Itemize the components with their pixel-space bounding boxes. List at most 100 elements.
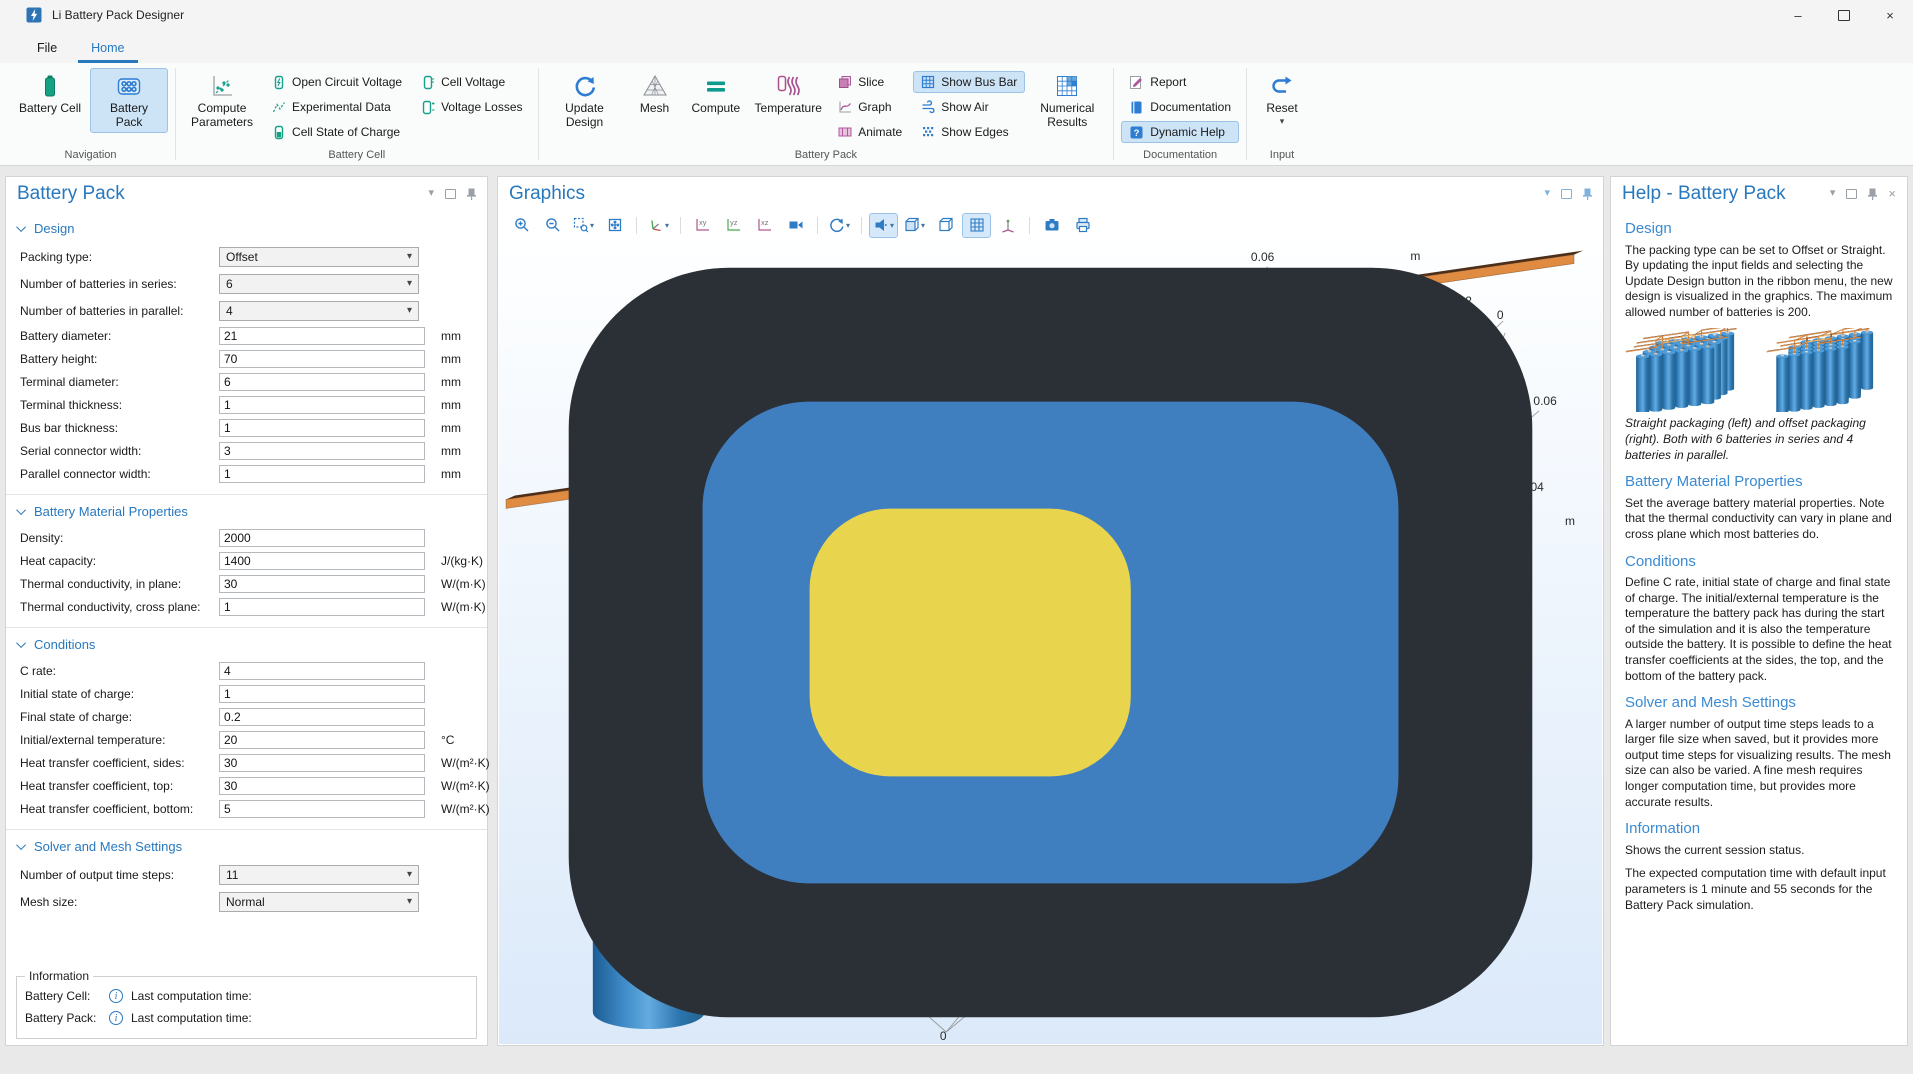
maximize-button[interactable]: [1821, 0, 1867, 30]
3d-viewport[interactable]: 0.06m0.040.0200.060.04m0.0200.10.05m0: [499, 241, 1602, 1044]
pin-icon[interactable]: [1583, 188, 1592, 200]
transparency-button[interactable]: [931, 213, 960, 238]
serial-connector-width-input[interactable]: [219, 442, 425, 460]
section-battery-material-properties[interactable]: Battery Material Properties: [6, 495, 487, 526]
parallel-count-dropdown[interactable]: 4▾: [219, 301, 419, 321]
help-panel: Help - Battery Pack ▾ × Design The packi…: [1610, 176, 1908, 1046]
numerical-results-button[interactable]: Numerical Results: [1028, 68, 1106, 133]
battery-pack-button[interactable]: Battery Pack: [90, 68, 168, 133]
output-time-steps-dropdown[interactable]: 11▾: [219, 865, 419, 885]
straight-packaging-thumbnail: [1625, 328, 1761, 412]
htc-bottom-input[interactable]: [219, 800, 425, 818]
section-solver-mesh[interactable]: Solver and Mesh Settings: [6, 830, 487, 861]
battery-diameter-input[interactable]: [219, 327, 425, 345]
float-panel-icon[interactable]: [1846, 189, 1857, 199]
compute-button[interactable]: Compute: [686, 68, 747, 119]
mesh-size-dropdown[interactable]: Normal▾: [219, 892, 419, 912]
initial-temperature-input[interactable]: [219, 731, 425, 749]
mesh-button[interactable]: Mesh: [627, 68, 683, 119]
htc-top-input[interactable]: [219, 777, 425, 795]
pin-icon[interactable]: [1868, 188, 1877, 200]
tab-file[interactable]: File: [24, 35, 70, 63]
busbar-thickness-input[interactable]: [219, 419, 425, 437]
zoom-in-button[interactable]: [507, 213, 536, 238]
series-count-dropdown[interactable]: 6▾: [219, 274, 419, 294]
section-conditions[interactable]: Conditions: [6, 628, 487, 659]
temperature-button[interactable]: Temperature: [749, 68, 827, 119]
zoom-box-button[interactable]: ▾: [569, 213, 598, 238]
print-button[interactable]: [1068, 213, 1097, 238]
battery-cell-button[interactable]: Battery Cell: [13, 68, 87, 119]
htc-sides-input[interactable]: [219, 754, 425, 772]
dotted-pattern-icon: [921, 125, 935, 139]
cell-state-of-charge-button[interactable]: Cell State of Charge: [264, 121, 410, 143]
environment-reflections-button[interactable]: ▾: [900, 213, 929, 238]
xy-view-button[interactable]: xy: [688, 213, 717, 238]
final-soc-input[interactable]: [219, 708, 425, 726]
camera-view-button[interactable]: [781, 213, 810, 238]
packing-type-dropdown[interactable]: Offset▾: [219, 247, 419, 267]
experimental-data-button[interactable]: Experimental Data: [264, 96, 410, 118]
show-edges-button[interactable]: Show Edges: [913, 121, 1025, 143]
close-button[interactable]: ×: [1867, 0, 1913, 30]
image-snapshot-button[interactable]: [1037, 213, 1066, 238]
terminal-thickness-input[interactable]: [219, 396, 425, 414]
float-panel-icon[interactable]: [445, 189, 456, 199]
animate-button[interactable]: Animate: [830, 121, 910, 143]
float-panel-icon[interactable]: [1561, 189, 1572, 199]
show-bus-bar-button[interactable]: Show Bus Bar: [913, 71, 1025, 93]
show-air-button[interactable]: Show Air: [913, 96, 1025, 118]
cell-voltage-button[interactable]: Cell Voltage: [413, 71, 530, 93]
chevron-down-icon: ▾: [407, 251, 412, 262]
parallel-connector-width-input[interactable]: [219, 465, 425, 483]
slice-button[interactable]: Slice: [830, 71, 910, 93]
chevron-down-icon[interactable]: ▾: [1544, 188, 1550, 199]
thermal-conductivity-cross-plane-input[interactable]: [219, 598, 425, 616]
report-button[interactable]: Report: [1121, 71, 1239, 93]
open-circuit-voltage-button[interactable]: Open Circuit Voltage: [264, 71, 410, 93]
settings-panel: Battery Pack ▾ Design Packing type: Offs…: [5, 176, 488, 1046]
zoom-extents-button[interactable]: [600, 213, 629, 238]
tab-home[interactable]: Home: [78, 35, 137, 63]
battery-charge-icon: [272, 124, 286, 140]
show-grid-button[interactable]: [962, 213, 991, 238]
graph-button[interactable]: Graph: [830, 96, 910, 118]
help-paragraph: The packing type can be set to Offset or…: [1625, 243, 1894, 321]
form-row: Initial state of charge:: [6, 682, 487, 705]
axis-orientation-button[interactable]: [993, 213, 1022, 238]
rotate-button[interactable]: ▾: [825, 213, 854, 238]
documentation-button[interactable]: Documentation: [1121, 96, 1239, 118]
voltage-losses-button[interactable]: Voltage Losses: [413, 96, 530, 118]
section-design[interactable]: Design: [6, 212, 487, 243]
c-rate-input[interactable]: [219, 662, 425, 680]
yz-view-button[interactable]: yz: [719, 213, 748, 238]
help-heading-solver: Solver and Mesh Settings: [1625, 693, 1894, 713]
graph-icon: [838, 100, 852, 114]
battery-height-input[interactable]: [219, 350, 425, 368]
dynamic-help-button[interactable]: ? Dynamic Help: [1121, 121, 1239, 143]
pin-icon[interactable]: [467, 188, 476, 200]
compute-parameters-button[interactable]: Compute Parameters: [183, 68, 261, 133]
info-icon[interactable]: i: [109, 989, 123, 1003]
minimize-button[interactable]: –: [1775, 0, 1821, 30]
chevron-down-icon[interactable]: ▾: [428, 188, 434, 199]
close-icon[interactable]: ×: [1888, 187, 1896, 200]
chevron-down-icon[interactable]: ▾: [1830, 188, 1836, 199]
info-icon[interactable]: i: [109, 1011, 123, 1025]
update-design-button[interactable]: Update Design: [546, 68, 624, 133]
initial-soc-input[interactable]: [219, 685, 425, 703]
terminal-diameter-input[interactable]: [219, 373, 425, 391]
battery-pack-icon: [116, 73, 142, 99]
thermal-conductivity-in-plane-input[interactable]: [219, 575, 425, 593]
xz-view-button[interactable]: xz: [750, 213, 779, 238]
density-input[interactable]: [219, 529, 425, 547]
view-indicator-icon[interactable]: [499, 241, 1602, 1044]
heat-capacity-input[interactable]: [219, 552, 425, 570]
graphics-toolbar: ▾ ▾ xy yz xz ▾ ▾ ▾: [498, 210, 1603, 240]
scene-light-button[interactable]: ▾: [869, 213, 898, 238]
equals-icon: [703, 73, 729, 99]
reset-button[interactable]: Reset ▾: [1254, 68, 1310, 127]
default-view-button[interactable]: ▾: [644, 213, 673, 238]
temperature-icon: [775, 73, 801, 99]
zoom-out-button[interactable]: [538, 213, 567, 238]
